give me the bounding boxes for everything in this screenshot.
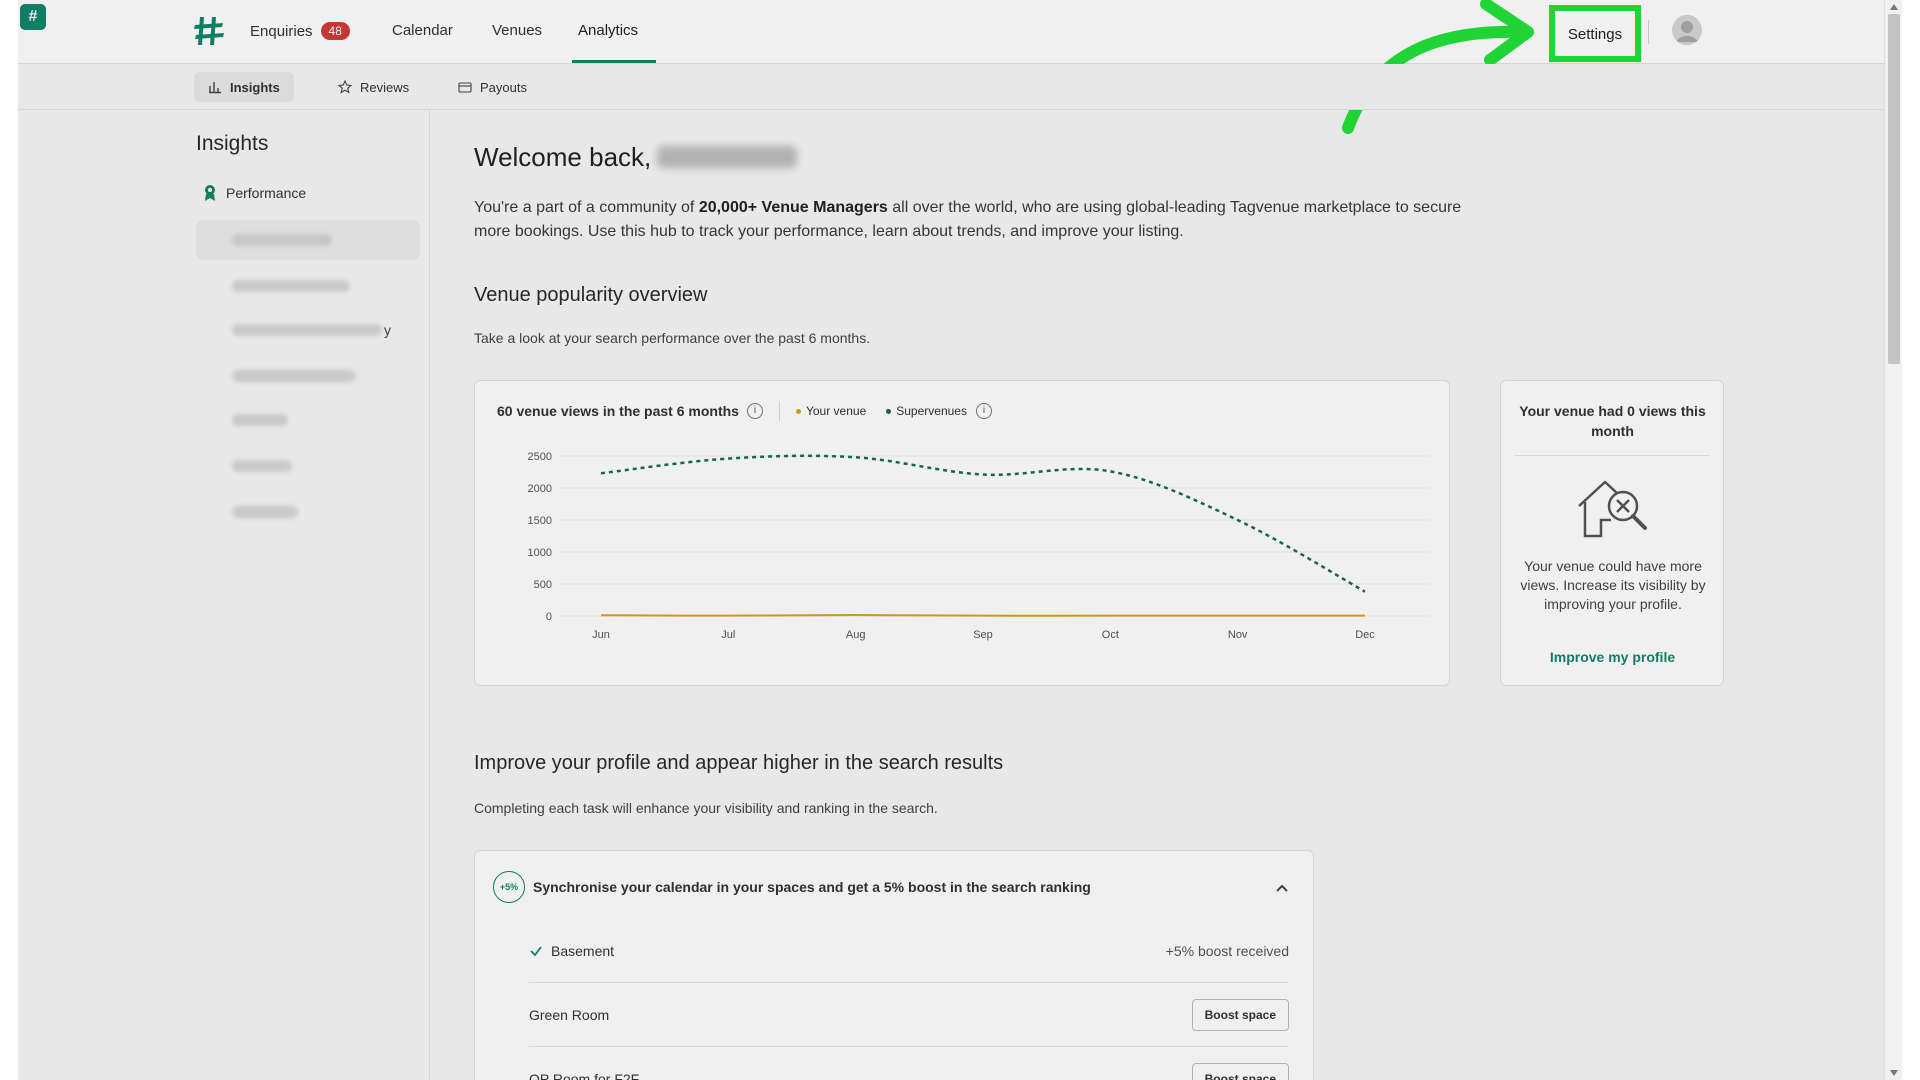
series-line-your-venue: [600, 614, 1365, 617]
popularity-subtitle: Take a look at your search performance o…: [474, 330, 871, 346]
subtab-payouts-label: Payouts: [480, 79, 527, 95]
nav-calendar[interactable]: Calendar: [392, 22, 453, 39]
list-item: Green Room Boost space: [529, 983, 1289, 1047]
series-line-supervenues: [600, 454, 1366, 593]
views-summary-text: Your venue could have more views. Increa…: [1520, 558, 1706, 612]
intro-pre: You're a part of a community of: [474, 199, 699, 216]
y-tick-label: 1000: [528, 547, 552, 559]
nav-separator: [1648, 20, 1649, 44]
space-name-cell: Green Room: [529, 1007, 609, 1023]
top-navigation: # Enquiries 48 Calendar Venues Analytics …: [18, 0, 1884, 134]
sidebar-title: Insights: [196, 132, 269, 155]
card-divider: [1515, 455, 1709, 456]
nav-enquiries-label: Enquiries: [250, 23, 313, 40]
x-tick-label: Dec: [1355, 629, 1375, 641]
x-tick-label: Nov: [1228, 629, 1248, 641]
intro-paragraph: You're a part of a community of 20,000+ …: [474, 196, 1484, 244]
x-tick-label: Aug: [846, 629, 866, 641]
tagvenue-logo-icon[interactable]: [192, 14, 226, 48]
sidebar-item-redacted[interactable]: [232, 324, 382, 336]
improve-heading: Improve your profile and appear higher i…: [474, 752, 1004, 774]
chevron-up-icon[interactable]: [1275, 881, 1289, 895]
sidebar-performance-label: Performance: [226, 185, 307, 201]
x-tick-label: Jul: [721, 629, 735, 641]
sidebar-item-redacted[interactable]: [232, 234, 332, 246]
award-ribbon-icon: [205, 185, 215, 201]
corner-logo-icon: #: [20, 4, 46, 30]
active-tab-indicator: [572, 60, 656, 63]
check-icon: [530, 945, 542, 956]
chart-card: 60 venue views in the past 6 months i Yo…: [474, 380, 1450, 686]
welcome-heading: Welcome back,: [474, 142, 798, 173]
list-item: Basement +5% boost received: [529, 919, 1289, 983]
star-icon: [338, 80, 352, 94]
subtab-payouts[interactable]: Payouts: [444, 72, 541, 102]
sidebar: Insights Performance y: [18, 110, 430, 1080]
task-header[interactable]: +5% Synchronise your calendar in your sp…: [493, 871, 1091, 903]
app-window: # Enquiries 48 Calendar Venues Analytics …: [18, 0, 1902, 1080]
x-tick-label: Oct: [1102, 629, 1119, 641]
subtab-reviews-label: Reviews: [360, 79, 410, 95]
boost-badge: +5%: [493, 871, 525, 903]
x-tick-label: Sep: [973, 629, 993, 641]
sidebar-item-redacted[interactable]: [232, 370, 356, 382]
sidebar-item-performance[interactable]: Performance: [202, 184, 306, 202]
y-tick-label: 1500: [528, 515, 552, 527]
nav-enquiries[interactable]: Enquiries 48: [250, 22, 350, 40]
nav-analytics-label: Analytics: [578, 22, 639, 39]
house-search-icon: [1578, 480, 1647, 538]
boost-space-button[interactable]: Boost space: [1191, 998, 1289, 1031]
x-tick-label: Jun: [592, 629, 610, 641]
y-tick-label: 2000: [528, 483, 552, 495]
enquiries-count-badge: 48: [320, 22, 350, 40]
subtab-insights-label: Insights: [230, 79, 280, 95]
calendar-sync-task-card: +5% Synchronise your calendar in your sp…: [474, 850, 1314, 1080]
redacted-user-name: [657, 146, 798, 168]
subtab-reviews[interactable]: Reviews: [324, 72, 423, 102]
settings-button[interactable]: Settings: [1560, 16, 1630, 52]
task-title: Synchronise your calendar in your spaces…: [533, 879, 1091, 895]
y-tick-label: 0: [546, 611, 552, 623]
nav-venues-label: Venues: [492, 22, 543, 39]
welcome-text: Welcome back,: [474, 142, 652, 172]
sub-navigation: Insights Reviews Payouts: [18, 64, 1884, 110]
sidebar-item-redacted[interactable]: [232, 506, 298, 518]
improve-subtitle: Completing each task will enhance your v…: [474, 800, 938, 816]
sidebar-partial-text: y: [384, 322, 391, 338]
popularity-heading: Venue popularity overview: [474, 284, 708, 306]
y-tick-label: 2500: [528, 451, 552, 463]
list-item: OP Room for F2F Boost space: [529, 1047, 1289, 1080]
bar-chart-icon: [209, 82, 221, 94]
scroll-down-icon[interactable]: [1890, 1070, 1898, 1076]
y-tick-label: 500: [534, 579, 552, 591]
nav-calendar-label: Calendar: [392, 22, 453, 39]
space-name: OP Room for F2F: [529, 1071, 640, 1080]
boost-status: +5% boost received: [1165, 942, 1289, 959]
subtab-insights[interactable]: Insights: [194, 72, 294, 102]
space-name: Green Room: [529, 1006, 610, 1023]
nav-venues[interactable]: Venues: [492, 22, 542, 39]
intro-bold: 20,000+ Venue Managers: [698, 199, 888, 216]
space-name-cell: Basement: [529, 943, 614, 959]
user-avatar-icon[interactable]: [1672, 15, 1702, 45]
nav-analytics[interactable]: Analytics: [578, 22, 638, 39]
sidebar-item-redacted[interactable]: [232, 460, 292, 472]
sidebar-item-redacted[interactable]: [232, 280, 350, 292]
scroll-up-icon[interactable]: [1890, 4, 1898, 10]
wallet-icon: [458, 82, 472, 93]
boost-space-button[interactable]: Boost space: [1191, 1063, 1289, 1080]
views-summary-card: Your venue had 0 views this month Your v…: [1500, 380, 1724, 686]
scrollbar-thumb[interactable]: [1888, 14, 1900, 364]
views-summary-title: Your venue had 0 views this month: [1519, 403, 1706, 439]
improve-profile-link[interactable]: Improve my profile: [1501, 649, 1724, 665]
views-line-chart: 2500 2000 1500 1000 500 0 Jun Jul Aug Sep Oct Nov De…: [528, 451, 1430, 641]
space-name-cell: OP Room for F2F: [529, 1071, 639, 1080]
space-name: Basement: [551, 942, 615, 959]
vertical-scrollbar[interactable]: [1884, 0, 1902, 1080]
sidebar-item-redacted[interactable]: [232, 414, 288, 426]
